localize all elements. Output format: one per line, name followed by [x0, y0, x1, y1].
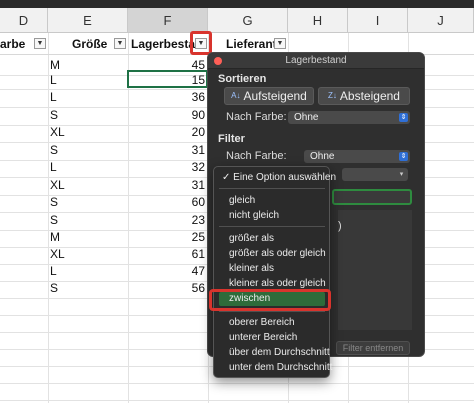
menu-item[interactable]: gleich: [219, 194, 325, 208]
sort-descending-icon: Z↓: [328, 91, 337, 100]
filter-by-color-label: Nach Farbe:: [226, 150, 287, 162]
sort-ascending-icon: A↓: [231, 91, 241, 100]
stock-cell[interactable]: 60: [128, 192, 207, 212]
size-cell[interactable]: L: [50, 157, 57, 177]
filter-value-input[interactable]: [332, 189, 412, 205]
clear-filter-button[interactable]: Filter entfernen: [336, 341, 410, 355]
sort-descending-button[interactable]: Z↓ Absteigend: [318, 87, 410, 105]
column-header-j[interactable]: J: [408, 8, 474, 33]
sort-ascending-label: Aufsteigend: [243, 89, 307, 103]
stock-cell[interactable]: 36: [128, 87, 207, 107]
checkmark-icon: ✓: [222, 172, 234, 183]
filter-operator-select[interactable]: ▾: [342, 168, 408, 181]
table-row: [0, 380, 474, 401]
filter-dropdown-size[interactable]: ▼: [114, 38, 126, 49]
filter-by-color-select[interactable]: Ohne ⇕: [304, 150, 410, 163]
filter-values-list[interactable]: ): [338, 210, 412, 330]
menu-item[interactable]: größer als: [219, 232, 325, 246]
filter-by-color-value: Ohne: [310, 151, 335, 162]
menu-item[interactable]: über dem Durchschnitt: [219, 346, 330, 360]
active-cell-selection: [127, 70, 208, 88]
menu-item[interactable]: nicht gleich: [219, 209, 325, 223]
menu-item[interactable]: größer als oder gleich: [219, 247, 326, 261]
filter-dropdown-color[interactable]: ▼: [34, 38, 46, 49]
column-header-g[interactable]: G: [208, 8, 288, 33]
panel-title: Lagerbestand: [208, 53, 424, 69]
chevron-updown-icon: ⇕: [399, 152, 408, 161]
dropdown-arrow-icon: ▼: [36, 40, 44, 47]
filter-section-label: Filter: [218, 133, 245, 145]
menu-separator: [219, 311, 325, 312]
stock-cell[interactable]: 32: [128, 157, 207, 177]
highlight-filter-button: [190, 31, 212, 55]
filter-dropdown-supplier[interactable]: ▼: [274, 38, 286, 49]
partial-list-text: ): [338, 220, 342, 232]
menu-separator: [219, 226, 325, 227]
chevron-updown-icon: ⇕: [399, 113, 408, 122]
top-toolbar-strip: [0, 0, 474, 8]
menu-item[interactable]: oberer Bereich: [219, 316, 325, 330]
header-size: Größe: [72, 37, 108, 51]
stock-cell[interactable]: 20: [128, 122, 207, 142]
menu-separator: [219, 188, 325, 189]
column-header-h[interactable]: H: [288, 8, 348, 33]
size-cell[interactable]: L: [50, 87, 57, 107]
column-header-i[interactable]: I: [348, 8, 408, 33]
column-header-d[interactable]: D: [0, 8, 48, 33]
size-cell[interactable]: XL: [50, 122, 65, 142]
sort-descending-label: Absteigend: [339, 89, 400, 103]
column-header-f[interactable]: F: [128, 8, 208, 33]
condition-dropdown-menu: ✓ Eine Option auswählen gleich nicht gle…: [213, 166, 336, 378]
chevron-down-icon: ▾: [399, 171, 404, 178]
header-color: arbe: [0, 37, 26, 51]
close-icon[interactable]: [214, 57, 222, 65]
sort-ascending-button[interactable]: A↓ Aufsteigend: [224, 87, 314, 105]
sort-by-color-value: Ohne: [294, 112, 319, 123]
sort-by-color-label: Nach Farbe:: [226, 111, 287, 123]
highlight-between-option: [209, 289, 331, 311]
menu-item[interactable]: unterer Bereich: [219, 331, 325, 345]
dropdown-arrow-icon: ▼: [276, 40, 284, 47]
sort-section-label: Sortieren: [218, 73, 267, 85]
menu-item[interactable]: ✓ Eine Option auswählen: [219, 171, 336, 185]
size-cell[interactable]: S: [50, 192, 58, 212]
sort-by-color-select[interactable]: Ohne ⇕: [288, 111, 410, 124]
column-header-e[interactable]: E: [48, 8, 128, 33]
menu-item-label: Eine Option auswählen: [233, 172, 337, 183]
menu-item[interactable]: kleiner als: [219, 262, 325, 276]
dropdown-arrow-icon: ▼: [116, 40, 124, 47]
menu-item[interactable]: unter dem Durchschnitt: [219, 361, 332, 375]
